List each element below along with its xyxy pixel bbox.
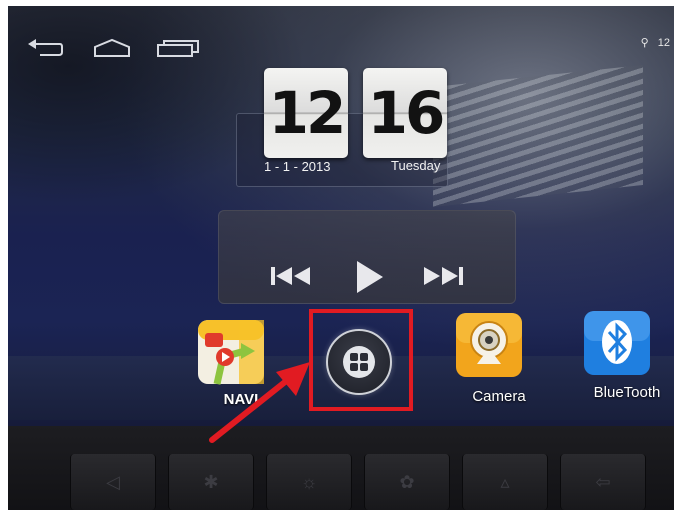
clock-hour: 12: [264, 68, 348, 158]
bluetooth-key-icon[interactable]: ✱: [168, 454, 254, 510]
system-bar: ⚲ 12: [8, 34, 674, 60]
bluetooth-icon: [583, 311, 651, 380]
home-icon[interactable]: [92, 38, 132, 63]
status-area: ⚲ 12: [635, 36, 670, 49]
hardware-bezel: ◁ ✱ ☼ ✿ ▵ ⇦: [8, 426, 674, 510]
camera-icon: [455, 313, 523, 382]
light-key-icon[interactable]: ☼: [266, 454, 352, 510]
nav-key-icon[interactable]: ▵: [462, 454, 548, 510]
pointer-arrow: [209, 362, 310, 443]
status-time: 12: [657, 37, 670, 49]
mute-icon[interactable]: ◁: [70, 454, 156, 510]
play-icon[interactable]: [355, 259, 385, 300]
app-bluetooth[interactable]: BlueTooth: [582, 310, 660, 401]
fan-key-icon[interactable]: ✿: [364, 454, 450, 510]
app-label-bluetooth: BlueTooth: [593, 384, 661, 401]
location-icon: ⚲: [640, 37, 649, 49]
app-camera[interactable]: Camera: [454, 312, 526, 405]
highlight-box: [309, 309, 413, 411]
app-label-camera: Camera: [472, 388, 526, 405]
device-photo: ⚲ 12 12 16 1 - 1 - 2013 Tuesday NAVI Cam…: [8, 6, 674, 510]
clock-weekday: Tuesday: [391, 158, 441, 173]
clock-date: 1 - 1 - 2013: [264, 159, 331, 174]
back-icon[interactable]: [26, 38, 64, 63]
window-glare: [433, 64, 643, 208]
clock-minute: 16: [363, 68, 447, 158]
previous-icon[interactable]: [270, 264, 312, 293]
next-icon[interactable]: [422, 264, 464, 293]
back-key-icon[interactable]: ⇦: [560, 454, 646, 510]
recent-apps-icon[interactable]: [156, 38, 200, 63]
